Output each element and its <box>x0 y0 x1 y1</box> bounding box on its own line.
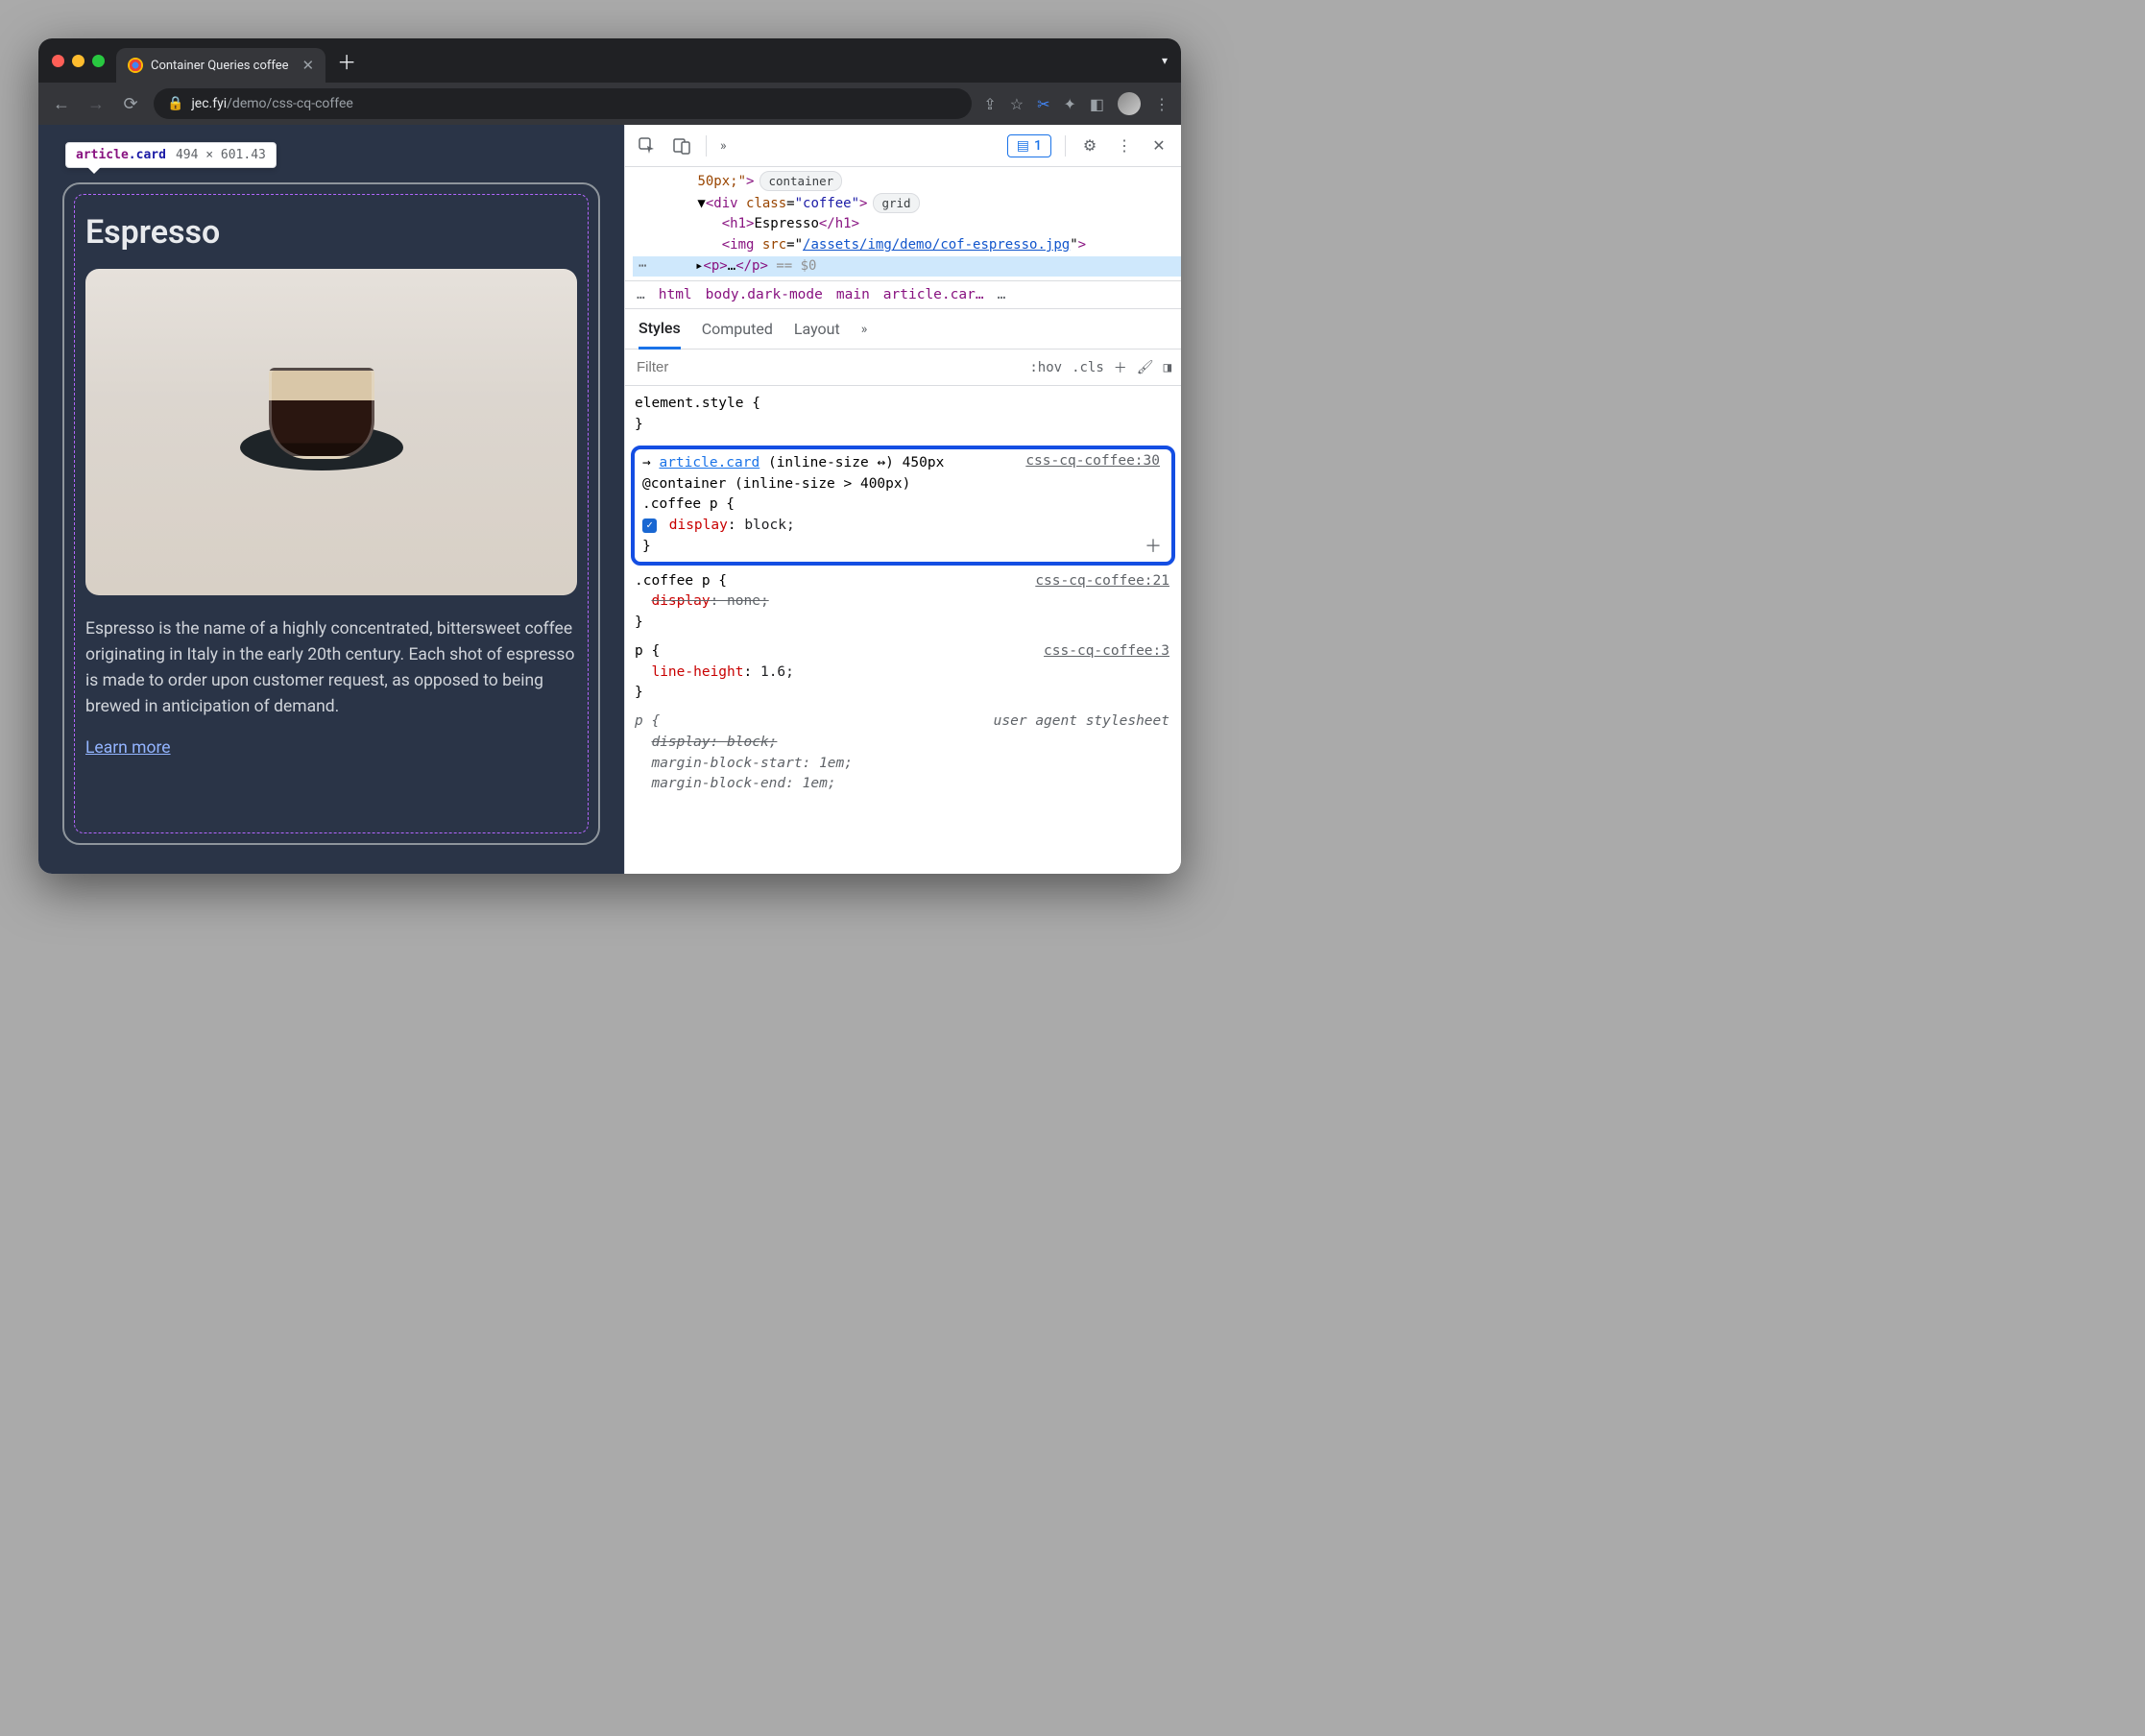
style-rule[interactable]: p {css-cq-coffee:3 line-height: 1.6; } <box>625 639 1181 710</box>
devtools-panel: » ▤ 1 ⚙ ⋮ ✕ 50px;">container ▼<div class… <box>624 125 1181 874</box>
close-tab-button[interactable]: ✕ <box>302 57 315 74</box>
element-inspect-tooltip: article.card 494 × 601.43 <box>65 142 277 168</box>
back-button[interactable]: ← <box>50 94 73 114</box>
tab-styles[interactable]: Styles <box>639 309 681 350</box>
forward-button[interactable]: → <box>84 94 108 114</box>
lock-icon: 🔒 <box>167 96 183 111</box>
container-query-rule[interactable]: → article.card (inline-size ↔) 450px @co… <box>631 446 1175 566</box>
settings-gear-icon[interactable]: ⚙ <box>1079 135 1100 157</box>
close-window-button[interactable] <box>52 55 64 67</box>
computed-sidebar-icon[interactable]: ◨ <box>1164 360 1171 375</box>
breadcrumb-item[interactable]: main <box>836 287 870 302</box>
elements-tree[interactable]: 50px;">container ▼<div class="coffee">gr… <box>625 167 1181 281</box>
img-src-link[interactable]: /assets/img/demo/cof-espresso.jpg <box>803 237 1070 253</box>
source-link[interactable]: css-cq-coffee:3 <box>1044 641 1169 663</box>
element-style-rule[interactable]: element.style { } <box>625 392 1181 442</box>
menu-kebab-icon[interactable]: ⋮ <box>1154 95 1169 113</box>
breadcrumb-item[interactable]: article.car… <box>883 287 984 302</box>
extensions-puzzle-icon[interactable]: ✦ <box>1063 95 1075 113</box>
new-rule-button[interactable]: ＋ <box>1114 358 1127 377</box>
tab-title: Container Queries coffee <box>151 59 289 73</box>
element-breadcrumb[interactable]: … html body.dark-mode main article.car… … <box>625 281 1181 309</box>
card-body-text: Espresso is the name of a highly concent… <box>85 616 577 721</box>
style-rules: element.style { } → article.card (inline… <box>625 386 1181 807</box>
styles-tabs: Styles Computed Layout » <box>625 309 1181 350</box>
messages-count: 1 <box>1034 138 1042 154</box>
source-link[interactable]: css-cq-coffee:30 <box>1025 451 1160 472</box>
browser-window: Container Queries coffee ✕ ＋ ▾ ← → ⟳ 🔒 j… <box>38 38 1181 874</box>
panel-tabs-overflow[interactable]: » <box>720 138 727 154</box>
close-devtools-button[interactable]: ✕ <box>1148 135 1169 157</box>
breadcrumb-item[interactable]: html <box>659 287 692 302</box>
favicon-icon <box>128 58 143 73</box>
styles-filter-bar: :hov .cls ＋ 🖌 ◨ <box>625 350 1181 386</box>
new-tab-button[interactable]: ＋ <box>337 47 356 75</box>
content-area: article.card 494 × 601.43 Espresso Espre… <box>38 125 1181 874</box>
hov-toggle[interactable]: :hov <box>1029 360 1062 375</box>
source-link[interactable]: css-cq-coffee:21 <box>1035 571 1169 592</box>
url-path: /demo/css-cq-coffee <box>227 96 353 111</box>
bookmark-star-icon[interactable]: ☆ <box>1010 95 1024 113</box>
inspect-element-icon[interactable] <box>637 135 658 157</box>
container-badge[interactable]: container <box>759 171 842 191</box>
toolbar: ← → ⟳ 🔒 jec.fyi/demo/css-cq-coffee ⇪ ☆ ✂… <box>38 83 1181 125</box>
toolbar-actions: ⇪ ☆ ✂︎ ✦ ◧ ⋮ <box>983 92 1169 115</box>
address-bar[interactable]: 🔒 jec.fyi/demo/css-cq-coffee <box>154 88 972 119</box>
style-rule[interactable]: .coffee p {css-cq-coffee:21 display: non… <box>625 569 1181 639</box>
page-viewport: article.card 494 × 601.43 Espresso Espre… <box>38 125 624 874</box>
chat-bubble-icon: ▤ <box>1017 138 1029 154</box>
coffee-image <box>85 269 577 595</box>
grid-badge[interactable]: grid <box>873 193 919 213</box>
console-messages-badge[interactable]: ▤ 1 <box>1007 134 1051 157</box>
device-toolbar-icon[interactable] <box>671 135 692 157</box>
tab-layout[interactable]: Layout <box>794 310 840 348</box>
minimize-window-button[interactable] <box>72 55 84 67</box>
add-property-button[interactable]: ＋ <box>1145 534 1162 560</box>
tab-computed[interactable]: Computed <box>702 310 773 348</box>
cls-toggle[interactable]: .cls <box>1072 360 1104 375</box>
breadcrumb-item[interactable]: body.dark-mode <box>706 287 823 302</box>
profile-avatar[interactable] <box>1118 92 1141 115</box>
share-icon[interactable]: ⇪ <box>983 95 996 113</box>
fullscreen-window-button[interactable] <box>92 55 105 67</box>
tooltip-tag: article <box>76 148 129 162</box>
devtools-kebab-menu[interactable]: ⋮ <box>1114 135 1135 157</box>
devtools-toolbar: » ▤ 1 ⚙ ⋮ ✕ <box>625 125 1181 167</box>
styles-tabs-overflow[interactable]: » <box>861 322 868 337</box>
styles-filter-input[interactable] <box>625 359 1029 375</box>
window-controls <box>52 55 105 67</box>
ua-style-rule[interactable]: p {user agent stylesheet display: block;… <box>625 710 1181 801</box>
url-domain: jec.fyi <box>191 96 227 111</box>
article-card[interactable]: Espresso Espresso is the name of a highl… <box>62 182 600 845</box>
tabs-overflow-button[interactable]: ▾ <box>1162 54 1168 67</box>
reload-button[interactable]: ⟳ <box>119 94 142 114</box>
tab-strip: Container Queries coffee ✕ ＋ ▾ <box>38 38 1181 83</box>
side-panel-icon[interactable]: ◧ <box>1090 95 1104 113</box>
card-heading: Espresso <box>85 213 577 252</box>
scissors-icon[interactable]: ✂︎ <box>1037 95 1049 113</box>
property-checkbox[interactable]: ✓ <box>642 518 657 533</box>
tooltip-dimensions: 494 × 601.43 <box>176 148 266 162</box>
browser-tab[interactable]: Container Queries coffee ✕ <box>116 48 325 83</box>
cq-selector-link[interactable]: article.card <box>659 455 759 470</box>
tooltip-class: .card <box>129 148 166 162</box>
ua-source: user agent stylesheet <box>994 711 1169 733</box>
brush-icon[interactable]: 🖌 <box>1137 360 1154 375</box>
learn-more-link[interactable]: Learn more <box>85 738 171 758</box>
